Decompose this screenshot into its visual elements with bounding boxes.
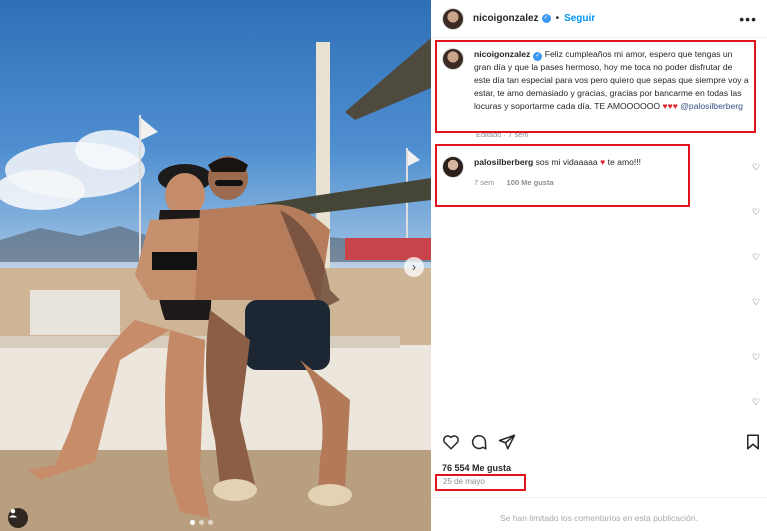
carousel-dot	[199, 520, 204, 525]
heart-icon[interactable]	[442, 433, 460, 451]
more-options-icon[interactable]: •••	[739, 11, 757, 27]
comment-like-icon[interactable]: ♡	[751, 162, 761, 173]
carousel-dot	[190, 520, 195, 525]
chevron-right-icon: ›	[412, 260, 416, 274]
separator-dot: •	[555, 13, 560, 24]
carousel-indicator	[190, 520, 213, 525]
divider	[431, 497, 767, 498]
next-photo-button[interactable]: ›	[404, 257, 424, 277]
likes-count[interactable]: 76 554 Me gusta	[442, 463, 511, 473]
author-username[interactable]: nicoigonzalez	[473, 13, 539, 24]
carousel-dot	[208, 520, 213, 525]
comment-like-icon[interactable]: ♡	[751, 207, 761, 218]
tagged-users-button[interactable]	[8, 508, 28, 528]
comment-icon[interactable]	[470, 433, 488, 451]
comment-like-icon[interactable]: ♡	[751, 397, 761, 408]
comment-like-icon[interactable]: ♡	[751, 252, 761, 263]
comment-highlight-box	[435, 144, 690, 207]
caption-highlight-box	[435, 40, 756, 133]
bookmark-icon[interactable]	[744, 433, 762, 451]
comments-limited-notice: Se han limitado los comentarios en esta …	[500, 513, 698, 523]
author-avatar[interactable]	[442, 7, 464, 30]
follow-button[interactable]: Seguir	[564, 13, 595, 24]
post-header: nicoigonzalez ✓ • Seguir •••	[431, 0, 767, 38]
action-bar	[442, 433, 762, 453]
share-icon[interactable]	[498, 433, 516, 451]
comment-like-icon[interactable]: ♡	[751, 297, 761, 308]
photo-illustration	[0, 38, 431, 531]
date-highlight-box	[435, 474, 526, 491]
post-sidebar: nicoigonzalez ✓ • Seguir ••• nicoigonzal…	[431, 0, 767, 531]
verified-badge-icon: ✓	[541, 14, 551, 23]
post-photo[interactable]: ›	[0, 0, 431, 531]
comment-like-icon[interactable]: ♡	[751, 352, 761, 363]
